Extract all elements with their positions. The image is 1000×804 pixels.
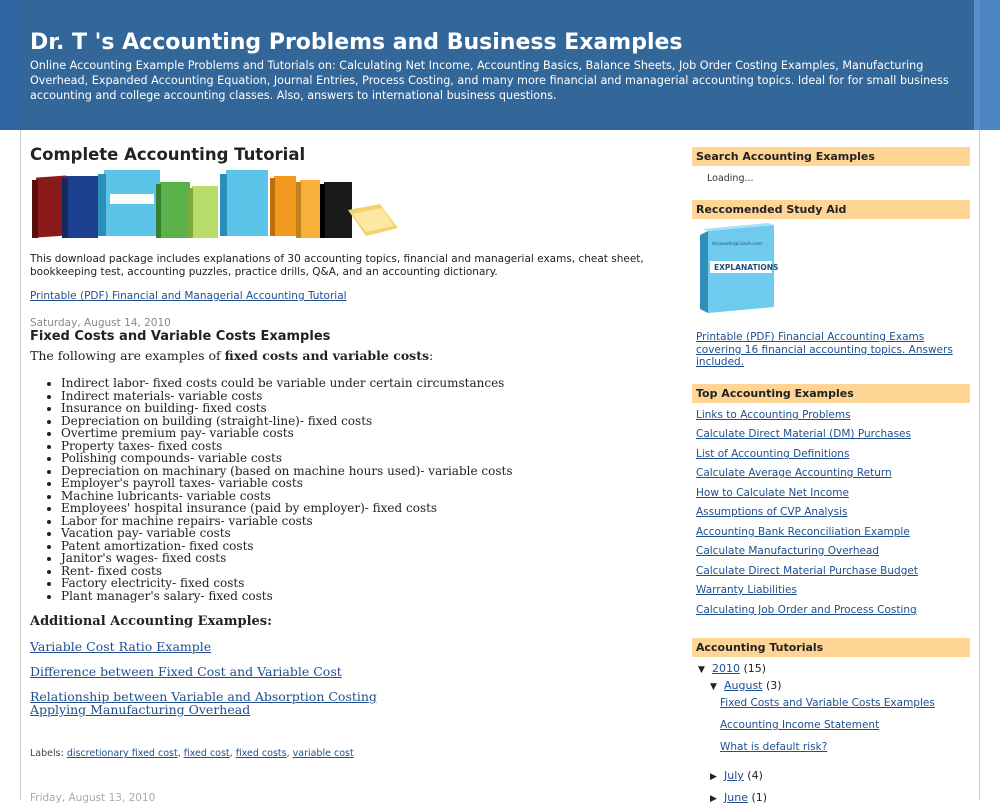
list-item: Polishing compounds- variable costs [61,452,512,465]
top-link[interactable]: Calculate Direct Material Purchase Budge… [696,565,918,577]
label-link[interactable]: fixed cost [184,748,230,759]
triangle-right-icon[interactable]: ▶ [710,772,724,782]
archive-post-link[interactable]: Accounting Income Statement [720,719,879,731]
variable-cost-ratio-link[interactable]: Variable Cost Ratio Example [30,639,211,654]
top-link[interactable]: List of Accounting Definitions [696,448,849,460]
label-link[interactable]: variable cost [293,748,354,759]
archive-post-link[interactable]: What is default risk? [720,741,827,753]
blog-header: Dr. T 's Accounting Problems and Busines… [20,0,980,130]
top-link[interactable]: Warranty Liabilities [696,584,797,596]
labels-prefix: Labels: [30,748,64,759]
additional-examples-heading: Additional Accounting Examples: [30,614,272,629]
label-link[interactable]: fixed costs [236,748,287,759]
archive-month-july[interactable]: ▶ July (4) [710,769,763,782]
post-lead-suffix: : [429,348,434,363]
top-link[interactable]: How to Calculate Net Income [696,487,849,499]
triangle-down-icon[interactable]: ▼ [710,682,724,692]
study-aid-box-site: AccountingCoach.com [712,241,762,247]
top-examples-heading: Top Accounting Examples [692,384,970,403]
top-link[interactable]: Calculate Manufacturing Overhead [696,545,879,557]
list-item: Employer's payroll taxes- variable costs [61,477,512,490]
book-green-exam [156,182,190,238]
search-heading: Search Accounting Examples [692,147,970,166]
list-item: Janitor's wages- fixed costs [61,552,512,565]
post-labels: Labels: discretionary fixed cost, fixed … [30,748,354,759]
label-link[interactable]: discretionary fixed cost [67,748,178,759]
tutorial-pdf-link[interactable]: Printable (PDF) Financial and Managerial… [30,290,347,302]
right-frame-line [979,130,980,800]
cost-examples-list: Indirect labor- fixed costs could be var… [30,377,512,602]
top-link[interactable]: Accounting Bank Reconciliation Example [696,526,910,538]
top-link[interactable]: Links to Accounting Problems [696,409,851,421]
blog-title[interactable]: Dr. T 's Accounting Problems and Busines… [30,30,683,55]
study-aid-heading: Reccomended Study Aid [692,200,970,219]
archive-month-link[interactable]: July [724,769,744,782]
left-background-strip [0,0,20,800]
applying-overhead-link[interactable]: Applying Manufacturing Overhead [30,702,250,717]
tutorial-books-image[interactable] [30,166,400,246]
post-date: Saturday, August 14, 2010 [30,317,171,329]
top-link[interactable]: Calculating Job Order and Process Costin… [696,604,917,616]
book-orange-2 [296,180,320,238]
post-title[interactable]: Fixed Costs and Variable Costs Examples [30,329,330,344]
triangle-down-icon[interactable]: ▼ [698,665,712,675]
list-item: Plant manager's salary- fixed costs [61,589,512,603]
top-link[interactable]: Calculate Average Accounting Return [696,467,892,479]
fixed-vs-variable-link[interactable]: Difference between Fixed Cost and Variab… [30,664,342,679]
archive-month-august[interactable]: ▼ August (3) [710,679,782,692]
top-link[interactable]: Assumptions of CVP Analysis [696,506,848,518]
book-red [32,175,66,238]
post-lead-prefix: The following are examples of [30,348,225,363]
tutorials-heading: Accounting Tutorials [692,638,970,657]
archive-month-june[interactable]: ▶ June (1) [710,791,767,804]
list-item: Insurance on building- fixed costs [61,402,512,415]
book-cyan-drills [220,170,268,236]
book-green-cheatsheet [188,186,218,238]
tutorial-description: This download package includes explanati… [30,253,644,278]
list-item: Employees' hospital insurance (paid by e… [61,502,512,515]
archive-month-count: (3) [766,679,782,692]
book-orange-1 [270,176,296,236]
book-cyan-explanation [98,170,160,236]
left-frame-line [20,130,21,800]
list-item: Indirect labor- fixed costs could be var… [61,377,512,390]
blog-description: Online Accounting Example Problems and T… [30,59,949,102]
post-lead: The following are examples of fixed cost… [30,348,433,363]
study-aid-link[interactable]: Printable (PDF) Financial Accounting Exa… [696,331,966,369]
archive-month-link[interactable]: August [724,679,763,692]
archive-year-link[interactable]: 2010 [712,662,740,675]
archive-post-link[interactable]: Fixed Costs and Variable Costs Examples [720,697,935,709]
study-aid-box-label: EXPLANATIONS [714,263,778,272]
list-item: Overtime premium pay- variable costs [61,427,512,440]
post-lead-bold: fixed costs and variable costs [224,348,430,363]
search-loading: Loading... [707,173,754,184]
book-black-dictionary [320,182,352,238]
right-background-strip [980,0,1000,800]
book-blue-1 [62,176,98,238]
list-item: Factory electricity- fixed costs [61,577,512,590]
archive-month-link[interactable]: June [724,791,748,804]
list-item: Vacation pay- variable costs [61,527,512,540]
archive-year-2010[interactable]: ▼ 2010 (15) [698,662,766,675]
top-link[interactable]: Calculate Direct Material (DM) Purchases [696,428,911,440]
triangle-right-icon[interactable]: ▶ [710,794,724,804]
study-aid-product-image[interactable]: AccountingCoach.com EXPLANATIONS [696,223,786,319]
archive-month-count: (1) [751,791,768,804]
book-yellow-qa [348,204,398,236]
next-post-date: Friday, August 13, 2010 [30,792,156,804]
tutorial-title: Complete Accounting Tutorial [30,145,306,164]
archive-month-count: (4) [747,769,763,782]
archive-year-count: (15) [743,662,767,675]
